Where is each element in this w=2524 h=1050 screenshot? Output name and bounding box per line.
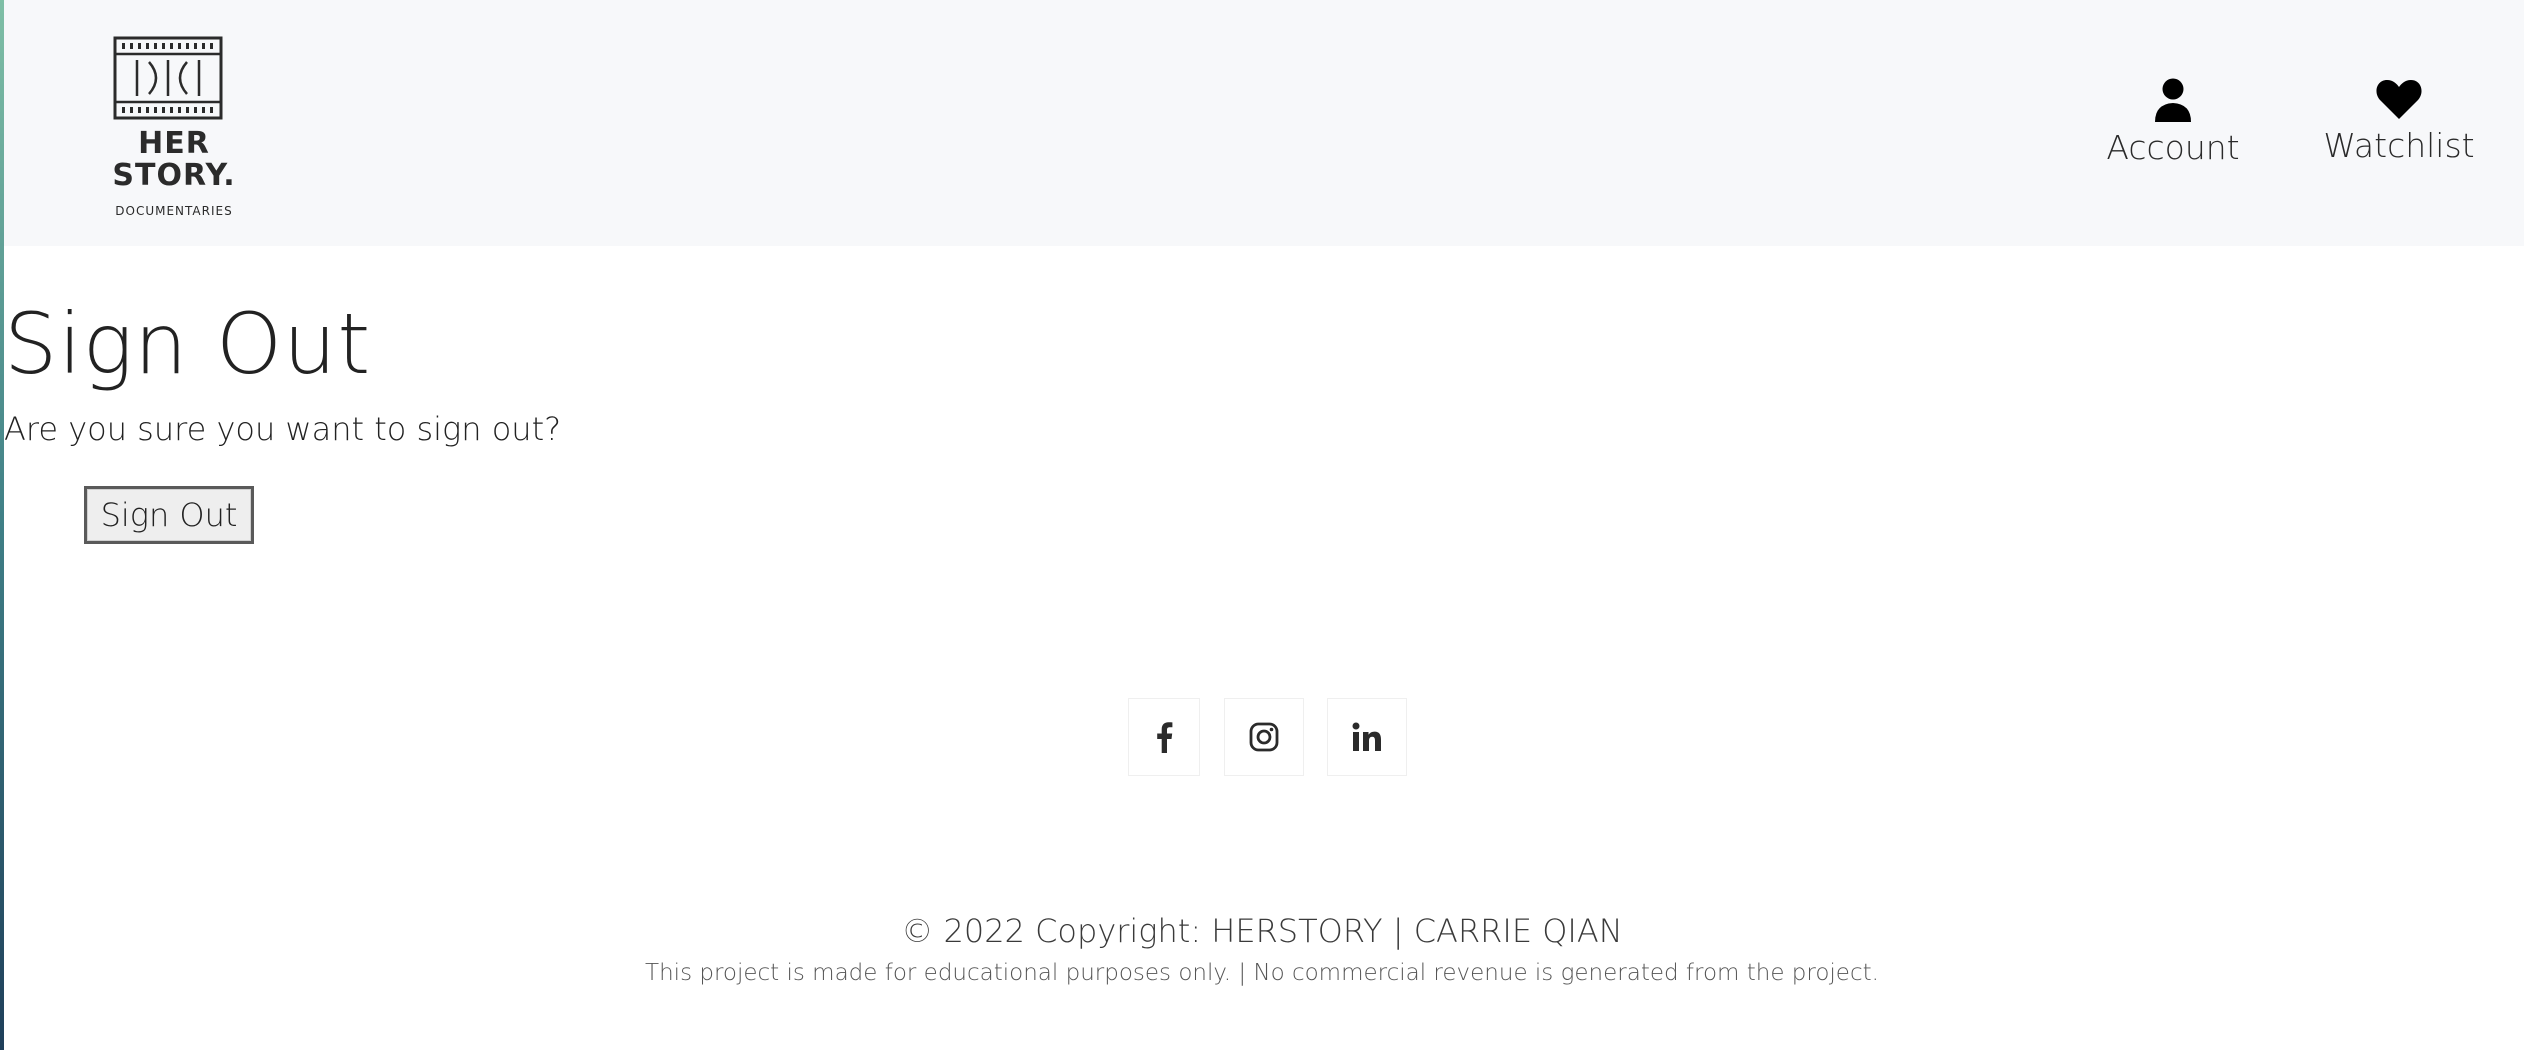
footer-disclaimer: This project is made for educational pur… — [645, 960, 1879, 986]
nav-watchlist-label: Watchlist — [2323, 126, 2475, 165]
instagram-link[interactable] — [1224, 698, 1304, 776]
logo-title-line2: STORY. — [112, 158, 236, 193]
user-icon — [2155, 78, 2191, 122]
film-strip-logo-icon — [113, 36, 223, 120]
nav-account[interactable]: Account — [2104, 78, 2242, 167]
signout-prompt: Are you sure you want to sign out? — [4, 410, 562, 448]
heart-icon — [2376, 80, 2422, 119]
logo-subtitle: DOCUMENTARIES — [115, 204, 233, 218]
nav-watchlist[interactable]: Watchlist — [2322, 78, 2476, 165]
page-title: Sign Out — [4, 295, 372, 393]
nav-account-label: Account — [2106, 128, 2240, 167]
linkedin-icon — [1352, 722, 1381, 751]
facebook-icon — [1157, 722, 1173, 753]
sign-out-button[interactable]: Sign Out — [84, 486, 254, 544]
footer-copyright: © 2022 Copyright: HERSTORY | CARRIE QIAN — [901, 912, 1623, 950]
logo-title-line1: HER — [138, 126, 210, 161]
page: HER STORY. DOCUMENTARIES Account Watchli… — [0, 0, 2524, 1050]
site-header: HER STORY. DOCUMENTARIES Account Watchli… — [4, 0, 2524, 246]
logo-title: HER STORY. — [104, 128, 244, 192]
site-logo[interactable]: HER STORY. DOCUMENTARIES — [104, 36, 244, 226]
facebook-link[interactable] — [1128, 698, 1200, 776]
linkedin-link[interactable] — [1327, 698, 1407, 776]
instagram-icon — [1249, 722, 1279, 752]
